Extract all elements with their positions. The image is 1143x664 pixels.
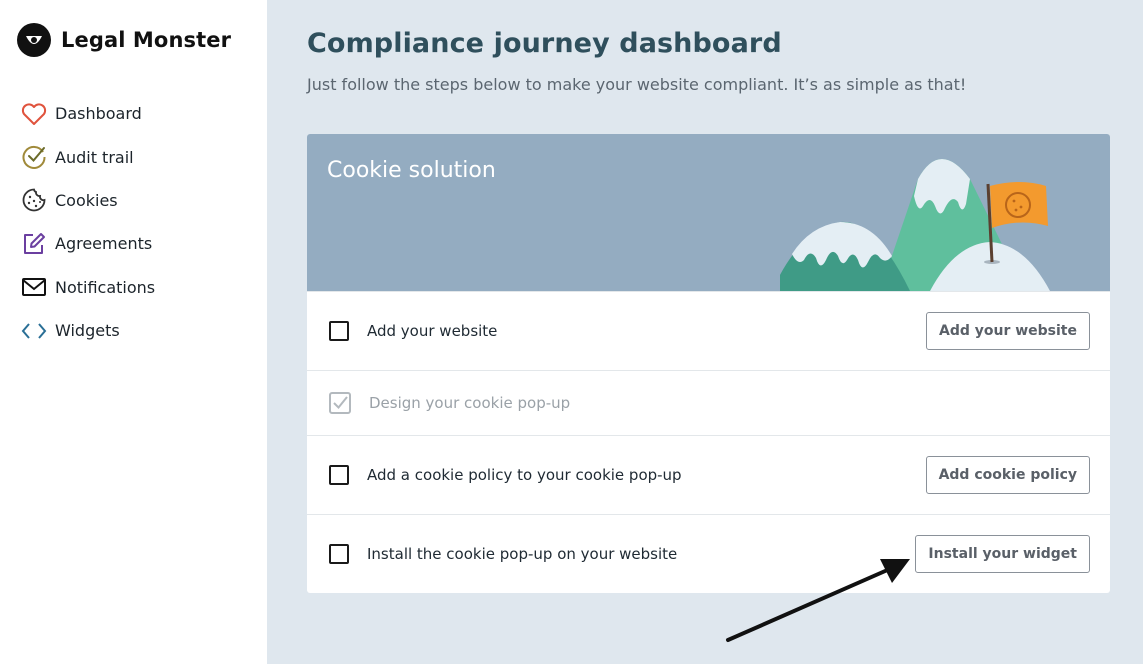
sidebar-item-label: Cookies — [55, 190, 118, 210]
main-content: Compliance journey dashboard Just follow… — [267, 0, 1143, 664]
checked-checkbox-icon[interactable] — [329, 392, 351, 414]
install-widget-button[interactable]: Install your widget — [915, 535, 1090, 573]
sidebar-item-label: Audit trail — [55, 147, 134, 167]
card-header: Cookie solution — [307, 134, 1110, 291]
step-label: Add a cookie policy to your cookie pop-u… — [367, 466, 682, 484]
code-icon — [21, 318, 47, 344]
step-label: Add your website — [367, 322, 498, 340]
step-checkbox[interactable] — [329, 544, 349, 564]
arrow-annotation-icon — [726, 559, 910, 642]
brand[interactable]: Legal Monster — [17, 23, 231, 57]
sidebar-item-cookies[interactable]: Cookies — [21, 179, 155, 222]
sidebar-item-label: Dashboard — [55, 104, 142, 124]
card-title: Cookie solution — [327, 158, 496, 183]
step-checkbox[interactable] — [329, 321, 349, 341]
page-title: Compliance journey dashboard — [307, 28, 782, 59]
cookie-solution-card: Cookie solution Add your website Add you… — [307, 134, 1110, 593]
sidebar: Legal Monster Dashboard Audit trail Cook… — [0, 0, 267, 664]
sidebar-nav: Dashboard Audit trail Cookies Agreements… — [21, 92, 155, 352]
sidebar-item-agreements[interactable]: Agreements — [21, 222, 155, 265]
cookie-icon — [21, 187, 47, 213]
sidebar-item-notifications[interactable]: Notifications — [21, 266, 155, 309]
sidebar-item-label: Notifications — [55, 277, 156, 297]
add-cookie-policy-button[interactable]: Add cookie policy — [925, 456, 1090, 494]
brand-name: Legal Monster — [61, 28, 232, 52]
sidebar-item-label: Agreements — [55, 234, 153, 254]
edit-icon — [21, 231, 47, 257]
mountains-flag-illustration — [780, 159, 1050, 291]
check-circle-icon — [21, 144, 47, 170]
envelope-icon — [21, 274, 47, 300]
monster-logo-icon — [17, 23, 51, 57]
heart-icon — [21, 101, 47, 127]
step-row-cookie-policy: Add a cookie policy to your cookie pop-u… — [307, 435, 1110, 514]
step-label: Design your cookie pop-up — [369, 394, 571, 412]
step-row-design-popup: Design your cookie pop-up — [307, 370, 1110, 435]
sidebar-item-audit-trail[interactable]: Audit trail — [21, 135, 155, 178]
step-row-install-popup: Install the cookie pop-up on your websit… — [307, 514, 1110, 593]
sidebar-item-label: Widgets — [55, 321, 120, 341]
sidebar-item-dashboard[interactable]: Dashboard — [21, 92, 155, 135]
step-checkbox[interactable] — [329, 465, 349, 485]
page-subtitle: Just follow the steps below to make your… — [307, 75, 967, 94]
step-row-add-website: Add your website Add your website — [307, 291, 1110, 370]
sidebar-item-widgets[interactable]: Widgets — [21, 309, 155, 352]
add-website-button[interactable]: Add your website — [925, 312, 1090, 350]
